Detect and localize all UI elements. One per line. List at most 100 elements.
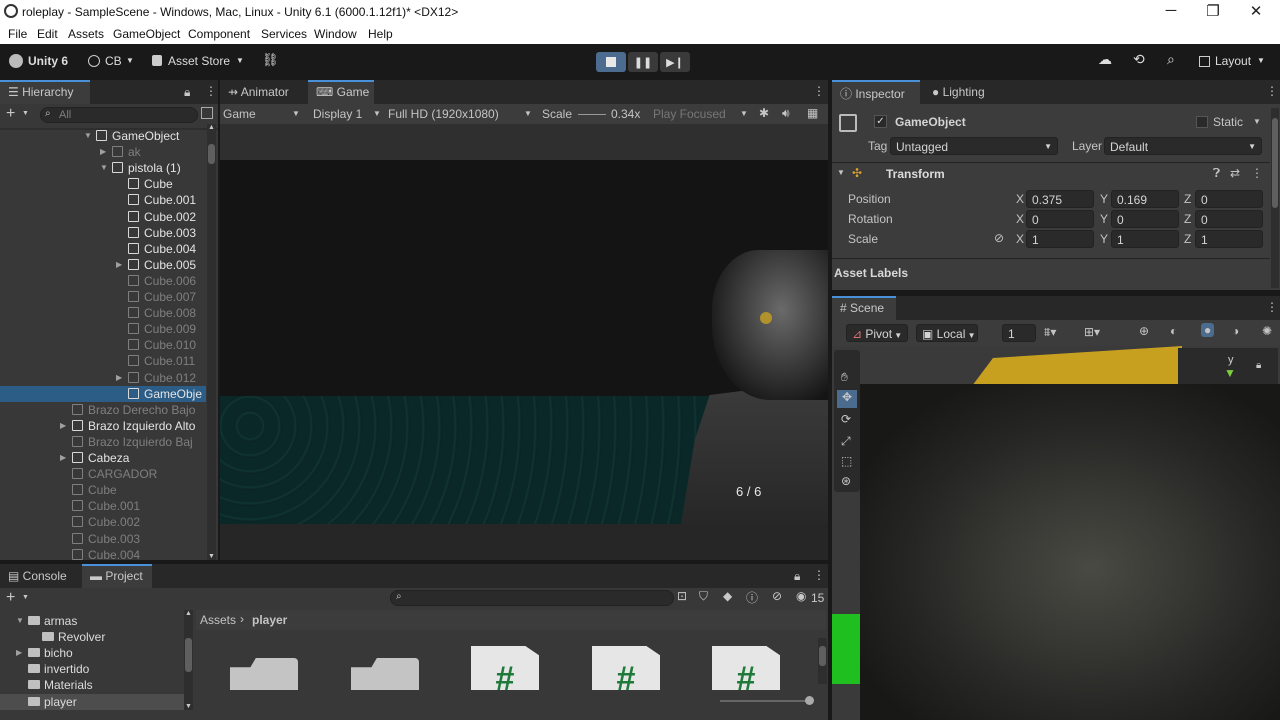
project-grid-scrollbar[interactable] (818, 638, 827, 684)
menu-gameobject[interactable]: GameObject (113, 27, 180, 41)
help-icon[interactable]: ❓︎ (1213, 166, 1220, 181)
project-folder-row[interactable]: ▼ armas (0, 613, 184, 629)
chevron-down-icon[interactable]: ▼ (1253, 117, 1261, 126)
tab-game[interactable]: ⌨ Game (308, 80, 374, 104)
scene-gizmo[interactable]: y ▼ 🔒︎ (1178, 348, 1278, 386)
hierarchy-row[interactable]: Cube.006 (0, 273, 206, 289)
constrain-link-icon[interactable]: ⊘ (994, 231, 1004, 245)
folder-icon[interactable] (351, 658, 419, 690)
breadcrumb-player[interactable]: player (252, 613, 287, 627)
scroll-thumb[interactable] (819, 646, 826, 666)
scale-tool-icon[interactable]: ⤢ (841, 434, 851, 449)
pause-button[interactable]: ❚❚ (628, 52, 658, 72)
hierarchy-row[interactable]: Cube.003 (0, 225, 206, 241)
hierarchy-row[interactable]: ▼ pistola (1) (0, 160, 206, 176)
rotation-y-field[interactable]: 0 (1111, 210, 1179, 228)
more-icon[interactable]: ⋮ (1266, 84, 1278, 98)
menu-window[interactable]: Window (314, 27, 357, 41)
menu-file[interactable]: File (8, 27, 27, 41)
play-mode-dropdown[interactable]: Play Focused (653, 107, 726, 121)
more-icon[interactable]: ⋮ (1266, 300, 1278, 314)
version-control-icon[interactable]: ⛓ (262, 52, 279, 68)
unity-version-button[interactable]: Unity 6 (28, 54, 68, 68)
history-icon[interactable]: ⟲ (1133, 51, 1145, 68)
cloud-icon[interactable]: ☁ (1098, 51, 1112, 68)
pivot-dropdown[interactable]: ⊿ Pivot ▼ (846, 324, 908, 342)
hierarchy-search-input[interactable]: ⌕ All (40, 107, 198, 123)
info-icon[interactable]: ⓘ (746, 589, 758, 606)
scale-z-field[interactable]: 1 (1195, 230, 1263, 248)
search-icon[interactable]: ⌕ (1167, 51, 1175, 68)
hierarchy-row[interactable]: Cube.008 (0, 305, 206, 321)
add-icon[interactable]: + (6, 589, 15, 607)
icon-size-slider[interactable] (720, 696, 814, 705)
menu-assets[interactable]: Assets (68, 27, 104, 41)
more-icon[interactable]: ⋮ (813, 84, 825, 98)
foldout-arrow-icon[interactable]: ▶ (60, 453, 70, 462)
project-tree-scrollbar[interactable]: ▲ ▼ (184, 610, 193, 710)
menu-edit[interactable]: Edit (37, 27, 58, 41)
asset-store-button[interactable]: Asset Store (168, 54, 230, 68)
hierarchy-row[interactable]: Brazo Izquierdo Baj (0, 434, 206, 450)
slider-thumb[interactable] (805, 696, 814, 705)
hand-tool-icon[interactable]: ✋︎ (841, 370, 848, 385)
scroll-thumb[interactable] (208, 144, 215, 164)
foldout-arrow-icon[interactable]: ▶ (100, 147, 110, 156)
foldout-arrow-icon[interactable]: ▼ (100, 163, 110, 172)
rotation-z-field[interactable]: 0 (1195, 210, 1263, 228)
menu-services[interactable]: Services (261, 27, 307, 41)
local-dropdown[interactable]: ▣ Local ▼ (916, 324, 978, 342)
tag-dropdown[interactable]: Untagged ▼ (890, 137, 1058, 155)
hierarchy-row[interactable]: CARGADOR (0, 466, 206, 482)
hierarchy-row[interactable]: Cube.002 (0, 209, 206, 225)
project-folder-row[interactable]: player (0, 693, 184, 710)
more-icon[interactable]: ⋮ (1251, 166, 1263, 180)
more-icon[interactable]: ⋮ (205, 84, 217, 98)
hierarchy-row[interactable]: Brazo Derecho Bajo (0, 402, 206, 418)
tab-scene[interactable]: # Scene (832, 296, 896, 320)
tag-icon[interactable]: ◆ (723, 589, 732, 603)
csharp-script-icon[interactable]: # (712, 646, 780, 690)
active-checkbox[interactable]: ✓ (874, 115, 887, 128)
foldout-arrow-icon[interactable]: ▶ (16, 648, 26, 657)
hierarchy-scrollbar[interactable]: ▲ ▼ (207, 124, 216, 560)
tab-console[interactable]: ▤ Console (0, 564, 76, 588)
scale-x-field[interactable]: 1 (1026, 230, 1094, 248)
audio-icon[interactable]: 🔊︎ (782, 106, 790, 121)
inspector-scrollbar[interactable] (1271, 108, 1279, 288)
game-view-dropdown[interactable]: Game (223, 107, 256, 121)
game-view[interactable]: 6 / 6 (220, 124, 828, 560)
hierarchy-row[interactable]: ▶ ak (0, 144, 206, 160)
hierarchy-row[interactable]: Cube.009 (0, 321, 206, 337)
tab-lighting[interactable]: ● Lighting (924, 80, 1004, 104)
layout-dropdown[interactable]: Layout (1215, 54, 1251, 68)
display-dropdown[interactable]: Display 1 (313, 107, 362, 121)
more-icon[interactable]: ⋮ (813, 568, 825, 582)
rect-tool-icon[interactable]: ⬚ (841, 454, 852, 468)
position-y-field[interactable]: 0.169 (1111, 190, 1179, 208)
transform-tool-icon[interactable]: ⊛ (841, 474, 851, 488)
project-folder-row[interactable]: invertido (0, 661, 184, 677)
maximize-button[interactable]: ❐ (1198, 2, 1228, 20)
position-x-field[interactable]: 0.375 (1026, 190, 1094, 208)
hierarchy-row[interactable]: ▼ GameObject (0, 128, 206, 144)
hierarchy-row[interactable]: ▶ Cube.005 (0, 257, 206, 273)
play-stop-button[interactable] (596, 52, 626, 72)
foldout-arrow-icon[interactable]: ▶ (116, 260, 126, 269)
scroll-thumb[interactable] (185, 638, 192, 672)
hierarchy-row[interactable]: Cube.001 (0, 498, 206, 514)
lighting-toggle-icon[interactable]: ◑ (1232, 324, 1239, 338)
hierarchy-row[interactable]: Cube.007 (0, 289, 206, 305)
scene-view[interactable]: y ▼ 🔒︎ ✋︎ ✥ ⟳ ⤢ ⬚ ⊛ (832, 346, 1280, 720)
position-z-field[interactable]: 0 (1195, 190, 1263, 208)
orientation-icon[interactable]: ⊕ (1139, 324, 1149, 338)
tab-hierarchy[interactable]: ☰ Hierarchy (0, 80, 90, 104)
grid-snap-icon[interactable]: ⩩▾ (1044, 325, 1056, 340)
project-folder-row[interactable]: ▶ bicho (0, 645, 184, 661)
tab-project[interactable]: ▬ Project (82, 564, 152, 588)
menu-component[interactable]: Component (188, 27, 250, 41)
stats-icon[interactable]: ▦ (807, 106, 818, 120)
hierarchy-row[interactable]: ▶ Cabeza (0, 450, 206, 466)
foldout-arrow-icon[interactable]: ▼ (84, 131, 94, 140)
breadcrumb-assets[interactable]: Assets (200, 613, 236, 627)
